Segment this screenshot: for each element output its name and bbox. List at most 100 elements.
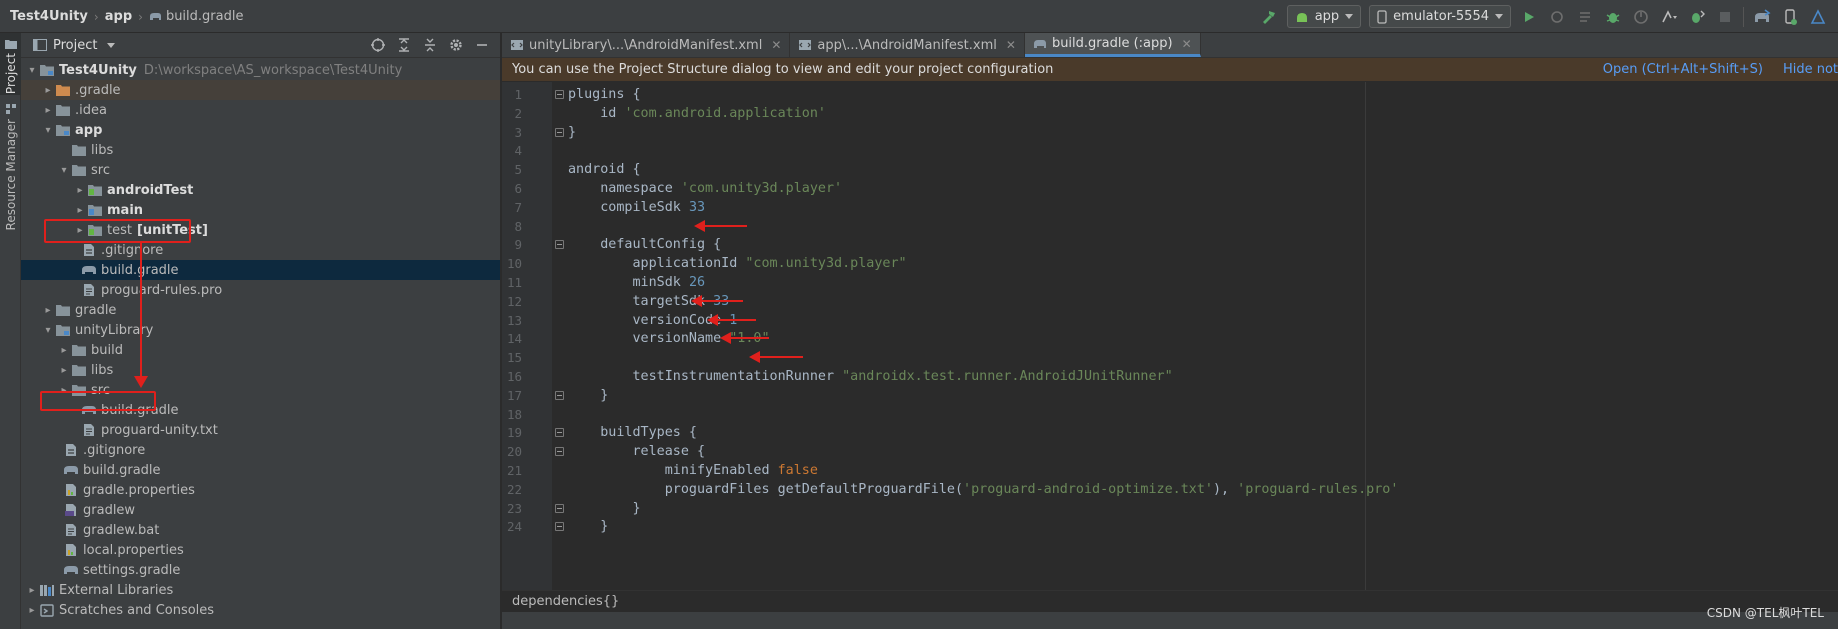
chevron-right-icon[interactable]: ▸: [57, 363, 71, 377]
tree-item-label: proguard-rules.pro: [101, 282, 223, 298]
tab-build-gradle-app[interactable]: build.gradle (:app) ✕: [1024, 33, 1201, 57]
fold-marker-icon[interactable]: [555, 428, 564, 438]
tab-app-manifest[interactable]: app\...\AndroidManifest.xml ✕: [790, 33, 1025, 57]
hammer-icon[interactable]: [1259, 7, 1279, 27]
chevron-right-icon[interactable]: ▸: [41, 83, 55, 97]
tree-item-idea[interactable]: ▸ .idea: [21, 100, 500, 120]
code-token: 'com.android.application': [624, 105, 826, 121]
project-view-icon: [33, 39, 47, 51]
hide-panel-icon[interactable]: [472, 35, 492, 55]
tree-item-label: gradlew.bat: [83, 522, 160, 538]
fold-marker-icon[interactable]: [555, 240, 564, 250]
fold-marker-icon[interactable]: [555, 503, 564, 513]
code-token: "com.unity3d.player": [745, 256, 907, 272]
tab-unitylibrary-manifest[interactable]: unityLibrary\...\AndroidManifest.xml ✕: [502, 33, 791, 57]
tree-item-gradlew[interactable]: gradlew: [21, 500, 500, 520]
expand-all-icon[interactable]: [394, 35, 414, 55]
chevron-right-icon[interactable]: ▸: [25, 583, 39, 597]
tree-item-androidtest[interactable]: ▸ androidTest: [21, 180, 500, 200]
close-icon[interactable]: ✕: [771, 38, 781, 52]
chevron-right-icon[interactable]: ▸: [73, 183, 87, 197]
tree-item-proguard-rules[interactable]: proguard-rules.pro: [21, 280, 500, 300]
apply-changes-icon[interactable]: [1547, 7, 1567, 27]
text-file-icon: [66, 524, 76, 536]
tree-item-test4unity[interactable]: ▾ Test4Unity D:\workspace\AS_workspace\T…: [21, 60, 500, 80]
tree-item-gradle-folder[interactable]: ▸ gradle: [21, 300, 500, 320]
open-project-structure-link[interactable]: Open (Ctrl+Alt+Shift+S): [1603, 62, 1763, 77]
tree-item-unitylibrary[interactable]: ▾ unityLibrary: [21, 320, 500, 340]
chevron-down-icon[interactable]: ▾: [41, 323, 55, 337]
tree-item-external-libraries[interactable]: ▸ External Libraries: [21, 580, 500, 600]
gear-icon[interactable]: [446, 35, 466, 55]
fold-marker-icon[interactable]: [555, 522, 564, 532]
tree-item-root-gitignore[interactable]: .gitignore: [21, 440, 500, 460]
tree-item-label: build: [91, 342, 123, 358]
chevron-right-icon[interactable]: ▸: [73, 203, 87, 217]
module-folder-icon: [56, 325, 70, 336]
tree-item-app-src[interactable]: ▾ src: [21, 160, 500, 180]
excluded-folder-icon: [56, 85, 70, 96]
close-icon[interactable]: ✕: [1182, 37, 1192, 51]
chevron-right-icon[interactable]: ▸: [41, 303, 55, 317]
breadcrumb-file[interactable]: build.gradle: [166, 9, 244, 24]
code-editor[interactable]: 1 plugins {2 id 'com.android.application'…: [502, 82, 1838, 590]
resource-manager-tab[interactable]: Resource Manager: [0, 99, 21, 239]
chevron-down-icon[interactable]: ▾: [25, 63, 39, 77]
tree-item-app-build-gradle[interactable]: build.gradle: [21, 260, 500, 280]
project-view-title[interactable]: Project: [53, 38, 97, 53]
watermark-text: CSDN @TEL枫叶TEL: [1706, 606, 1824, 620]
hide-notification-link[interactable]: Hide not: [1783, 62, 1838, 77]
chevron-down-icon[interactable]: [107, 42, 116, 48]
tree-item-app[interactable]: ▾ app: [21, 120, 500, 140]
tree-item-app-libs[interactable]: libs: [21, 140, 500, 160]
fold-marker-icon[interactable]: [555, 390, 564, 400]
stop-icon[interactable]: [1715, 7, 1735, 27]
tree-item-app-gitignore[interactable]: .gitignore: [21, 240, 500, 260]
text-file-icon: [84, 424, 94, 436]
fold-marker-icon[interactable]: [555, 447, 564, 457]
run-icon[interactable]: [1519, 7, 1539, 27]
tree-item-local-properties[interactable]: local.properties: [21, 540, 500, 560]
profile-icon[interactable]: [1631, 7, 1651, 27]
fold-marker-icon[interactable]: [555, 90, 564, 99]
close-icon[interactable]: ✕: [1006, 38, 1016, 52]
tree-item-gradle-properties[interactable]: gradle.properties: [21, 480, 500, 500]
fold-marker-icon[interactable]: [555, 127, 564, 137]
chevron-right-icon[interactable]: ▸: [57, 343, 71, 357]
breadcrumb-module[interactable]: app: [105, 9, 132, 24]
banner-links: Open (Ctrl+Alt+Shift+S) Hide not: [1603, 58, 1838, 81]
locate-file-icon[interactable]: [368, 35, 388, 55]
device-select[interactable]: emulator-5554: [1369, 5, 1511, 28]
tree-item-root-build-gradle[interactable]: build.gradle: [21, 460, 500, 480]
chevron-right-icon[interactable]: ▸: [41, 103, 55, 117]
tree-item-scratches[interactable]: ▸ Scratches and Consoles: [21, 600, 500, 620]
breadcrumb-project[interactable]: Test4Unity: [10, 9, 88, 24]
project-tool-tab[interactable]: Project: [0, 33, 21, 95]
tree-item-main[interactable]: ▸ main: [21, 200, 500, 220]
chevron-down-icon[interactable]: ▾: [41, 123, 55, 137]
chevron-down-icon[interactable]: ▾: [57, 163, 71, 177]
tree-item-gradlew-bat[interactable]: gradlew.bat: [21, 520, 500, 540]
tree-item-unity-libs[interactable]: ▸ libs: [21, 360, 500, 380]
tree-item-label: app: [75, 122, 103, 138]
project-tool-label: Project: [3, 53, 18, 95]
tree-item-proguard-unity[interactable]: proguard-unity.txt: [21, 420, 500, 440]
code-line[interactable]: 24 }: [502, 516, 1838, 538]
device-manager-icon[interactable]: [1780, 7, 1800, 27]
code-token: testInstrumentationRunner: [568, 369, 843, 384]
debug-icon[interactable]: [1603, 7, 1623, 27]
run-configuration-select[interactable]: app: [1286, 5, 1362, 28]
collapse-all-icon[interactable]: [420, 35, 440, 55]
tree-item-dot-gradle[interactable]: ▸ .gradle: [21, 80, 500, 100]
ignore-file-icon: [84, 244, 94, 256]
code-breadcrumb[interactable]: dependencies{}: [502, 590, 1838, 612]
apply-code-changes-icon[interactable]: [1575, 7, 1595, 27]
more-actions-icon[interactable]: [1659, 7, 1679, 27]
tree-item-settings-gradle[interactable]: settings.gradle: [21, 560, 500, 580]
tree-item-unity-build[interactable]: ▸ build: [21, 340, 500, 360]
chevron-right-icon[interactable]: ▸: [25, 603, 39, 617]
annotation-arrow-line: [140, 243, 142, 380]
sdk-manager-icon[interactable]: [1808, 7, 1828, 27]
attach-debugger-icon[interactable]: [1687, 7, 1707, 27]
sync-gradle-icon[interactable]: [1752, 7, 1772, 27]
